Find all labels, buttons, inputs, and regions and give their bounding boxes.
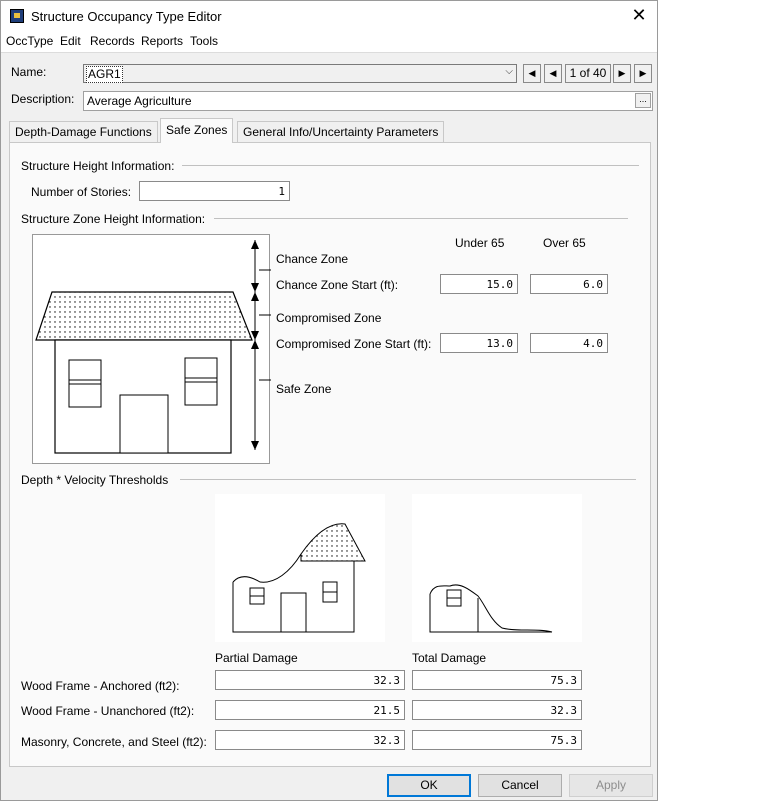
description-label: Description: xyxy=(11,92,75,106)
wood-anchored-total-input[interactable]: 75.3 xyxy=(412,670,582,690)
zone-height-diagram xyxy=(32,234,271,464)
menu-records[interactable]: Records xyxy=(90,34,135,48)
first-record-button[interactable]: ◀ xyxy=(523,64,541,83)
partial-damage-diagram xyxy=(215,494,385,642)
partial-damage-illustration xyxy=(232,523,366,633)
window-title: Structure Occupancy Type Editor xyxy=(31,9,222,24)
first-record-icon: ◀ xyxy=(528,68,536,78)
total-damage-illustration xyxy=(429,584,553,633)
previous-record-icon: ◀ xyxy=(549,68,557,78)
threshold-row-label: Masonry, Concrete, and Steel (ft2): xyxy=(21,735,207,749)
chevron-down-icon[interactable]: ⌵ xyxy=(505,66,513,77)
title-bar: Structure Occupancy Type Editor ✕ xyxy=(1,1,657,31)
total-damage-diagram xyxy=(412,494,582,642)
description-field[interactable]: Average Agriculture xyxy=(83,91,653,111)
partial-damage-label: Partial Damage xyxy=(215,651,298,665)
last-record-icon: ▶ xyxy=(639,68,647,78)
under-65-label: Under 65 xyxy=(455,236,505,250)
ok-button[interactable]: OK xyxy=(387,774,471,797)
menu-bar: OccType Edit Records Reports Tools xyxy=(1,31,657,53)
over-65-label: Over 65 xyxy=(543,236,586,250)
name-label: Name: xyxy=(11,65,47,79)
chance-start-label: Chance Zone Start (ft): xyxy=(276,278,399,292)
tab-depth-damage-functions[interactable]: Depth-Damage Functions xyxy=(9,121,158,142)
thresholds-heading: Depth * Velocity Thresholds xyxy=(21,473,169,487)
last-record-button[interactable]: ▶ xyxy=(634,64,652,83)
threshold-row-label: Wood Frame - Unanchored (ft2): xyxy=(21,704,195,718)
menu-tools[interactable]: Tools xyxy=(190,34,218,48)
compromised-start-label: Compromised Zone Start (ft): xyxy=(276,337,432,351)
menu-occtype[interactable]: OccType xyxy=(6,34,53,48)
safe-zones-panel: Structure Height Information: Number of … xyxy=(9,142,651,767)
divider xyxy=(180,479,636,480)
occupancy-editor-window: Structure Occupancy Type Editor ✕ OccTyp… xyxy=(0,0,658,801)
description-browse-button[interactable]: ... xyxy=(635,93,651,108)
next-record-icon: ▶ xyxy=(618,68,626,78)
safe-zone-label: Safe Zone xyxy=(276,382,332,396)
masonry-partial-input[interactable]: 32.3 xyxy=(215,730,405,750)
compromised-over-65-input[interactable]: 4.0 xyxy=(530,333,608,353)
height-info-heading: Structure Height Information: xyxy=(21,159,175,173)
menu-reports[interactable]: Reports xyxy=(141,34,183,48)
stories-input[interactable]: 1 xyxy=(139,181,290,201)
compromised-zone-label: Compromised Zone xyxy=(276,311,382,325)
wood-unanchored-partial-input[interactable]: 21.5 xyxy=(215,700,405,720)
menu-edit[interactable]: Edit xyxy=(60,34,81,48)
tab-general-info[interactable]: General Info/Uncertainty Parameters xyxy=(237,121,445,142)
threshold-row-label: Wood Frame - Anchored (ft2): xyxy=(21,679,180,693)
wood-anchored-partial-input[interactable]: 32.3 xyxy=(215,670,405,690)
zone-info-heading: Structure Zone Height Information: xyxy=(21,212,206,226)
next-record-button[interactable]: ▶ xyxy=(613,64,631,83)
chance-zone-label: Chance Zone xyxy=(276,252,349,266)
previous-record-button[interactable]: ◀ xyxy=(544,64,562,83)
stories-label: Number of Stories: xyxy=(31,185,132,199)
name-value: AGR1 xyxy=(86,66,123,83)
name-combobox[interactable]: AGR1 ⌵ xyxy=(83,64,517,83)
house-zone-illustration xyxy=(35,240,271,454)
record-counter: 1 of 40 xyxy=(565,64,611,83)
cancel-button[interactable]: Cancel xyxy=(478,774,562,797)
masonry-total-input[interactable]: 75.3 xyxy=(412,730,582,750)
chance-under-65-input[interactable]: 15.0 xyxy=(440,274,518,294)
apply-button[interactable]: Apply xyxy=(569,774,653,797)
close-icon[interactable]: ✕ xyxy=(629,5,649,25)
compromised-under-65-input[interactable]: 13.0 xyxy=(440,333,518,353)
total-damage-label: Total Damage xyxy=(412,651,487,665)
wood-unanchored-total-input[interactable]: 32.3 xyxy=(412,700,582,720)
chance-over-65-input[interactable]: 6.0 xyxy=(530,274,608,294)
tab-safe-zones[interactable]: Safe Zones xyxy=(160,118,234,143)
divider xyxy=(182,165,639,166)
app-icon xyxy=(10,9,24,23)
divider xyxy=(214,218,628,219)
